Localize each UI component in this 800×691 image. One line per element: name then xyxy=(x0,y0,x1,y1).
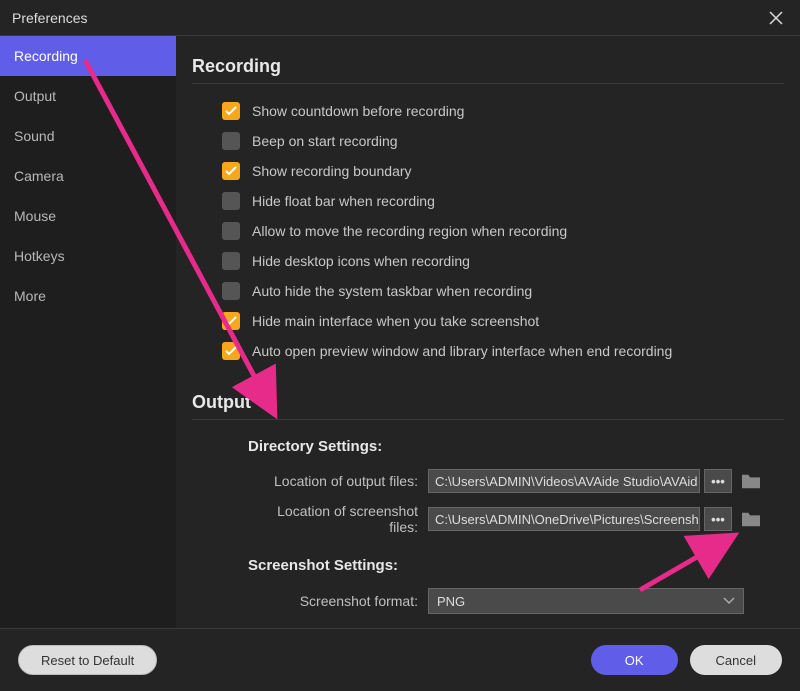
open-screenshot-folder-icon[interactable] xyxy=(740,510,762,528)
directory-settings-title: Directory Settings: xyxy=(248,438,784,455)
option-label: Hide main interface when you take screen… xyxy=(252,313,539,329)
option-label: Hide float bar when recording xyxy=(252,193,435,209)
option-hide-main-interface[interactable]: Hide main interface when you take screen… xyxy=(192,312,784,330)
sidebar-item-label: Recording xyxy=(14,48,78,64)
option-label: Show recording boundary xyxy=(252,163,412,179)
main-area: Recording Output Sound Camera Mouse Hotk… xyxy=(0,36,800,628)
screenshot-format-label: Screenshot format: xyxy=(248,593,428,609)
ok-button[interactable]: OK xyxy=(591,645,678,675)
checkbox[interactable] xyxy=(222,192,240,210)
screenshot-files-label: Location of screenshot files: xyxy=(248,503,428,535)
footer: Reset to Default OK Cancel xyxy=(0,628,800,691)
cancel-button[interactable]: Cancel xyxy=(690,645,782,675)
sidebar-item-label: Camera xyxy=(14,168,64,184)
sidebar-item-recording[interactable]: Recording xyxy=(0,36,176,76)
option-auto-open-preview[interactable]: Auto open preview window and library int… xyxy=(192,342,784,360)
chevron-down-icon xyxy=(723,597,735,605)
close-icon xyxy=(769,11,783,25)
sidebar-item-label: Sound xyxy=(14,128,54,144)
sidebar-item-more[interactable]: More xyxy=(0,276,176,316)
checkbox[interactable] xyxy=(222,282,240,300)
output-files-label: Location of output files: xyxy=(248,473,428,489)
open-output-folder-icon[interactable] xyxy=(740,472,762,490)
option-label: Show countdown before recording xyxy=(252,103,464,119)
output-files-input[interactable]: C:\Users\ADMIN\Videos\AVAide Studio\AVAi… xyxy=(428,469,700,493)
titlebar: Preferences xyxy=(0,0,800,36)
option-hide-desktop[interactable]: Hide desktop icons when recording xyxy=(192,252,784,270)
checkbox[interactable] xyxy=(222,312,240,330)
option-beep[interactable]: Beep on start recording xyxy=(192,132,784,150)
option-label: Auto hide the system taskbar when record… xyxy=(252,283,532,299)
screenshot-files-input[interactable]: C:\Users\ADMIN\OneDrive\Pictures\Screens… xyxy=(428,507,700,531)
sidebar-item-label: More xyxy=(14,288,46,304)
select-value: PNG xyxy=(437,594,465,609)
checkbox[interactable] xyxy=(222,132,240,150)
screenshot-settings-title: Screenshot Settings: xyxy=(248,557,784,574)
screenshot-format-row: Screenshot format: PNG xyxy=(192,588,784,614)
close-button[interactable] xyxy=(764,6,788,30)
browse-output-button[interactable]: ••• xyxy=(704,469,732,493)
checkbox[interactable] xyxy=(222,222,240,240)
section-title-output: Output xyxy=(192,392,784,420)
checkbox[interactable] xyxy=(222,342,240,360)
option-show-countdown[interactable]: Show countdown before recording xyxy=(192,102,784,120)
option-label: Auto open preview window and library int… xyxy=(252,343,672,359)
reset-to-default-button[interactable]: Reset to Default xyxy=(18,645,157,675)
checkbox[interactable] xyxy=(222,252,240,270)
option-allow-move[interactable]: Allow to move the recording region when … xyxy=(192,222,784,240)
option-show-boundary[interactable]: Show recording boundary xyxy=(192,162,784,180)
sidebar-item-label: Output xyxy=(14,88,56,104)
option-label: Hide desktop icons when recording xyxy=(252,253,470,269)
sidebar-item-camera[interactable]: Camera xyxy=(0,156,176,196)
sidebar-item-output[interactable]: Output xyxy=(0,76,176,116)
sidebar-item-hotkeys[interactable]: Hotkeys xyxy=(0,236,176,276)
option-hide-floatbar[interactable]: Hide float bar when recording xyxy=(192,192,784,210)
option-auto-hide-taskbar[interactable]: Auto hide the system taskbar when record… xyxy=(192,282,784,300)
sidebar-item-mouse[interactable]: Mouse xyxy=(0,196,176,236)
section-title-recording: Recording xyxy=(192,56,784,84)
content-pane: Recording Show countdown before recordin… xyxy=(176,36,800,628)
sidebar-item-label: Mouse xyxy=(14,208,56,224)
browse-screenshot-button[interactable]: ••• xyxy=(704,507,732,531)
window-title: Preferences xyxy=(12,10,87,26)
option-label: Beep on start recording xyxy=(252,133,398,149)
checkbox[interactable] xyxy=(222,102,240,120)
sidebar: Recording Output Sound Camera Mouse Hotk… xyxy=(0,36,176,628)
option-label: Allow to move the recording region when … xyxy=(252,223,567,239)
screenshot-files-row: Location of screenshot files: C:\Users\A… xyxy=(192,503,784,535)
sidebar-item-sound[interactable]: Sound xyxy=(0,116,176,156)
output-files-row: Location of output files: C:\Users\ADMIN… xyxy=(192,469,784,493)
checkbox[interactable] xyxy=(222,162,240,180)
screenshot-format-select[interactable]: PNG xyxy=(428,588,744,614)
sidebar-item-label: Hotkeys xyxy=(14,248,65,264)
